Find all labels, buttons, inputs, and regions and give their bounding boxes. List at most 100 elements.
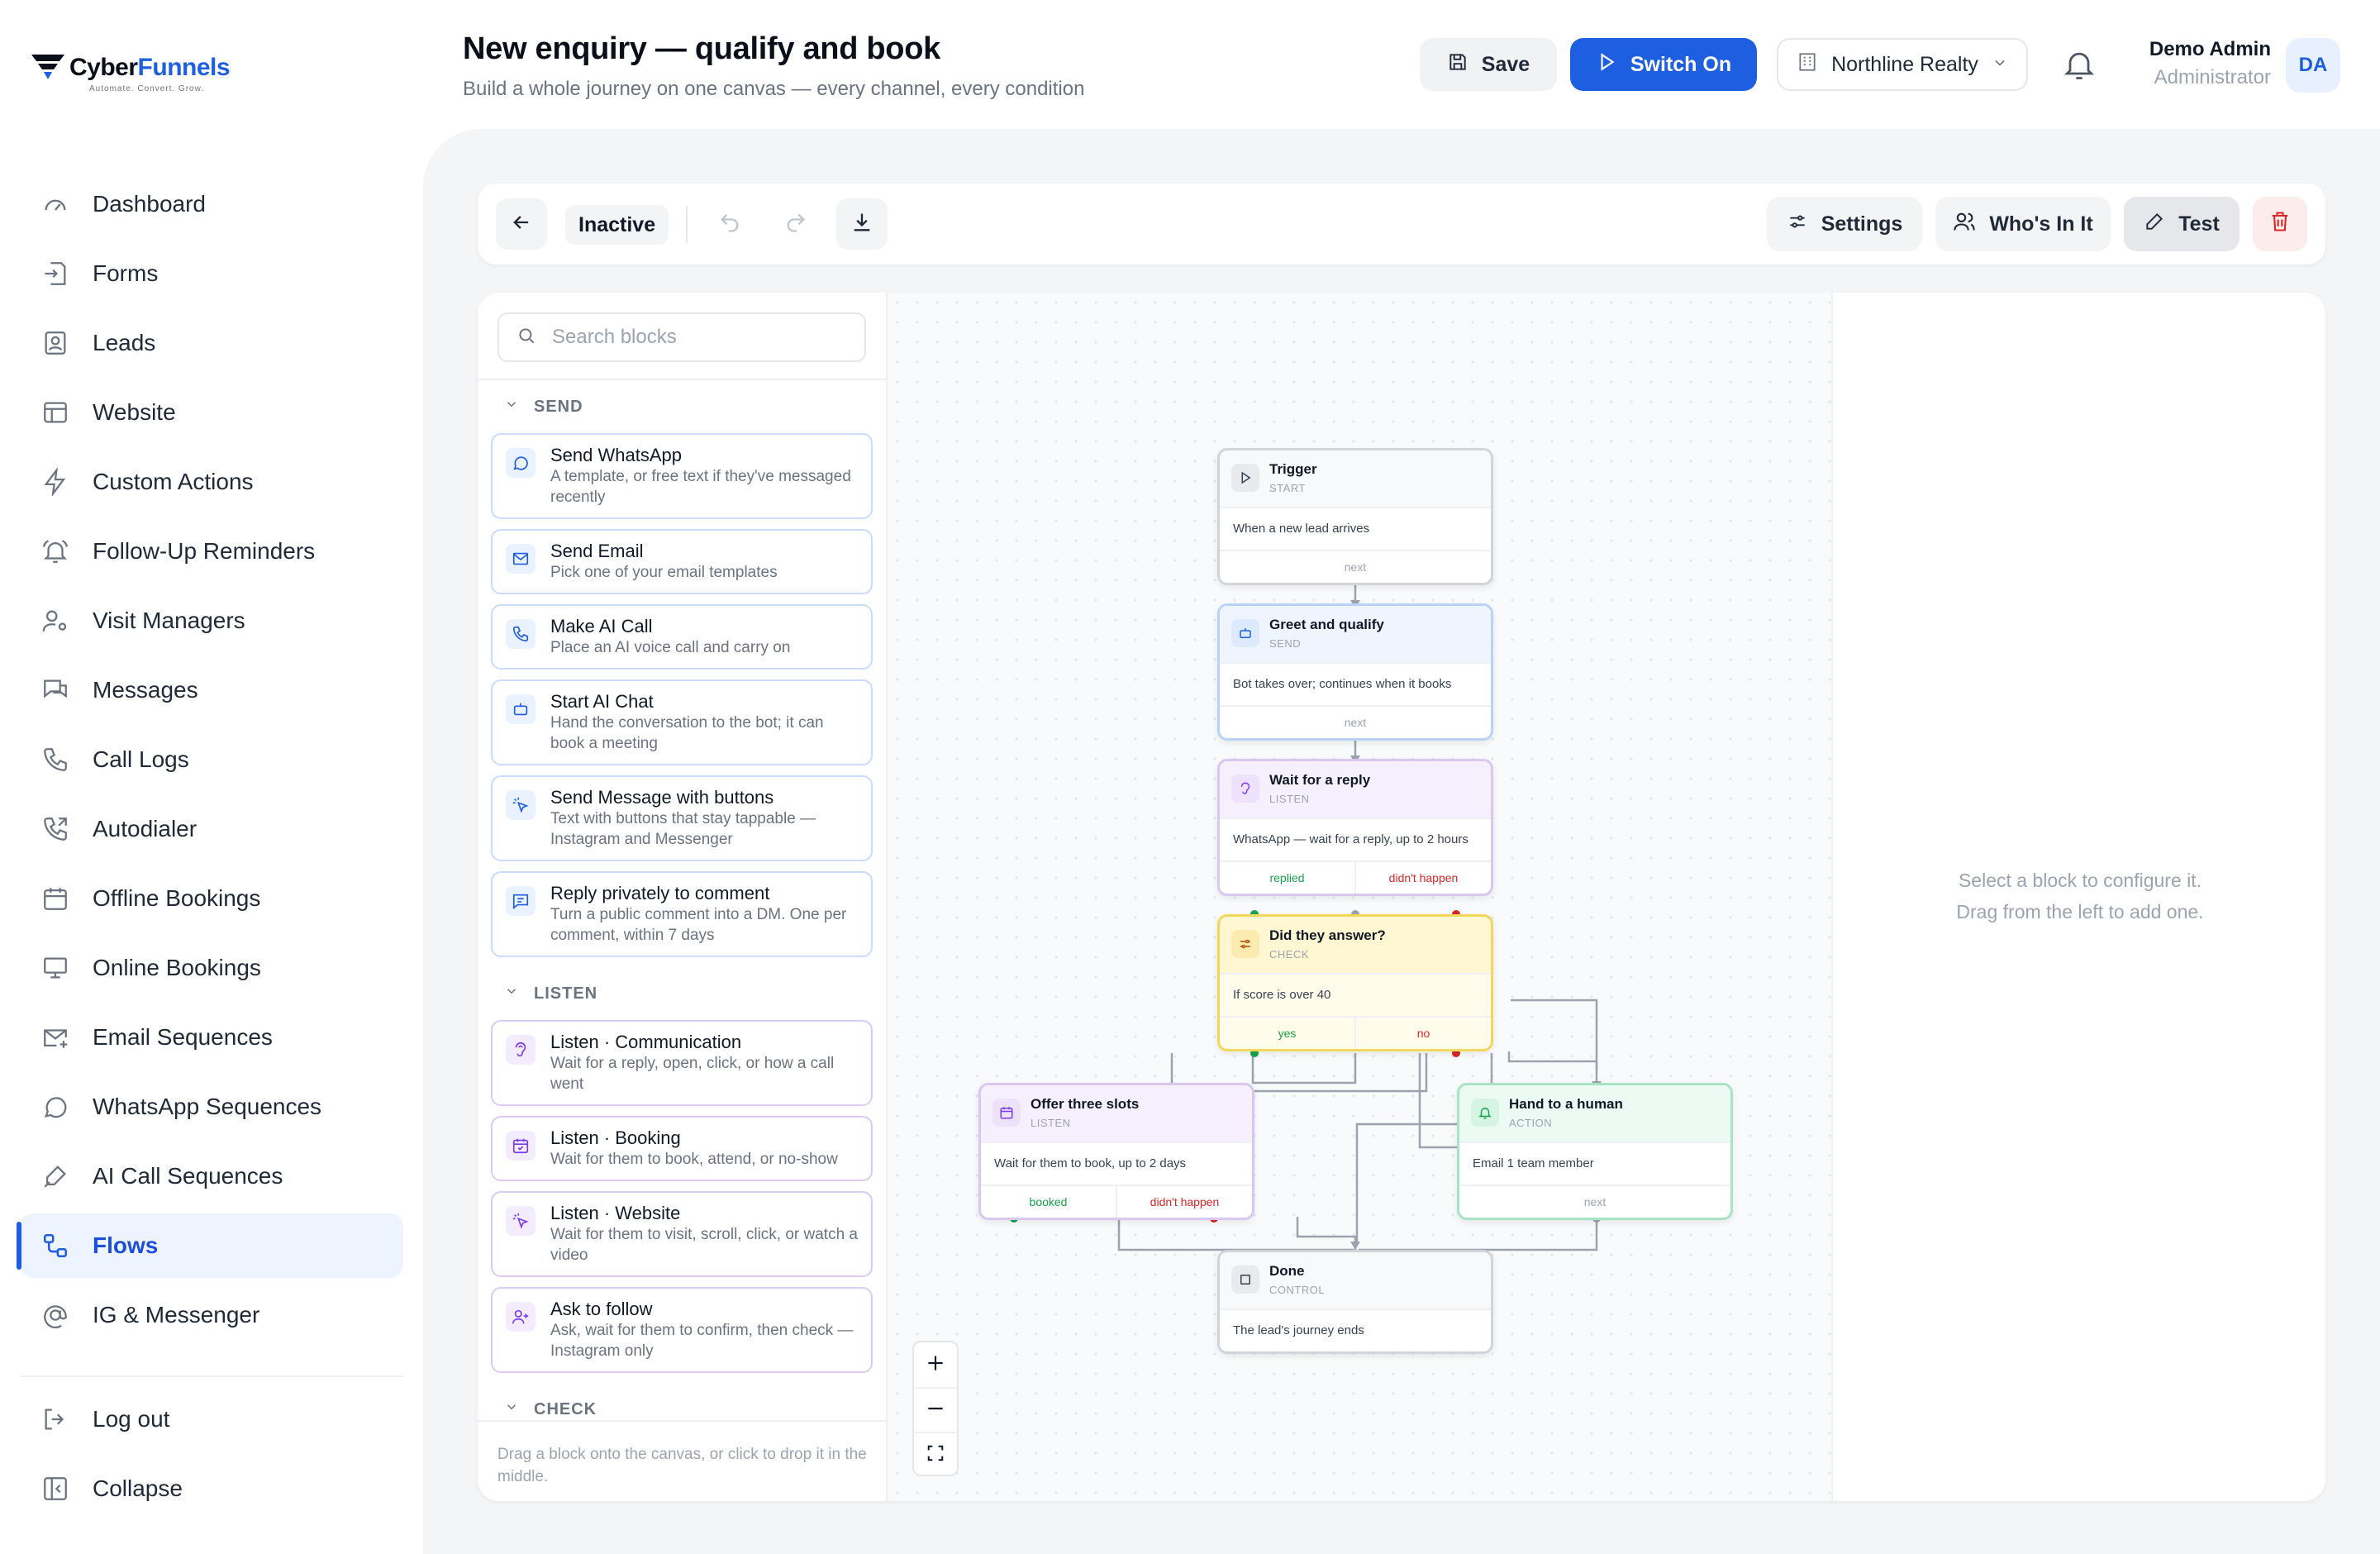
- block-desc: Text with buttons that stay tappable — I…: [550, 810, 816, 848]
- notifications-bell-icon[interactable]: [2061, 46, 2097, 83]
- pointer-click-icon: [506, 790, 536, 820]
- output-port-booked[interactable]: booked: [981, 1186, 1116, 1218]
- collapse-button[interactable]: Collapse: [20, 1456, 403, 1521]
- sidebar-item-ai-call-sequences[interactable]: AI Call Sequences: [20, 1144, 403, 1208]
- search-input[interactable]: [552, 326, 833, 349]
- redo-button[interactable]: [770, 198, 821, 250]
- output-port-yes[interactable]: yes: [1220, 1018, 1354, 1049]
- node-kind: SEND: [1269, 637, 1302, 650]
- node-done[interactable]: Done CONTROL The lead's journey ends: [1217, 1250, 1493, 1354]
- download-button[interactable]: [836, 198, 888, 250]
- fit-view-button[interactable]: [914, 1432, 957, 1475]
- output-port-next[interactable]: next: [1459, 1186, 1730, 1218]
- fullscreen-icon: [926, 1444, 945, 1466]
- sidebar-item-forms[interactable]: Forms: [20, 241, 403, 306]
- node-did-they-answer[interactable]: Did they answer? CHECK If score is over …: [1217, 914, 1493, 1051]
- sidebar-item-offline-bookings[interactable]: Offline Bookings: [20, 866, 403, 931]
- block-listen-booking[interactable]: Listen · Booking Wait for them to book, …: [491, 1116, 873, 1181]
- delete-button[interactable]: [2253, 197, 2307, 251]
- sidebar-item-call-logs[interactable]: Call Logs: [20, 727, 403, 792]
- sidebar-item-website[interactable]: Website: [20, 380, 403, 445]
- block-desc: Hand the conversation to the bot; it can…: [550, 714, 824, 752]
- block-desc: Wait for them to book, attend, or no-sho…: [550, 1151, 838, 1168]
- section-header-send[interactable]: SEND: [478, 380, 888, 433]
- section-header-listen[interactable]: LISTEN: [478, 967, 888, 1020]
- block-listen-website[interactable]: Listen · Website Wait for them to visit,…: [491, 1191, 873, 1277]
- sidebar-item-visit-managers[interactable]: Visit Managers: [20, 589, 403, 653]
- block-start-ai-chat[interactable]: Start AI Chat Hand the conversation to t…: [491, 679, 873, 765]
- section-header-check[interactable]: CHECK: [478, 1383, 888, 1420]
- whos-in-it-button[interactable]: Who's In It: [1935, 197, 2111, 251]
- gauge-icon: [40, 188, 71, 220]
- node-offer-three-slots[interactable]: Offer three slots LISTEN Wait for them t…: [978, 1083, 1254, 1220]
- search-icon: [516, 325, 537, 350]
- organization-select[interactable]: Northline Realty: [1777, 38, 2028, 91]
- sidebar-item-dashboard[interactable]: Dashboard: [20, 172, 403, 236]
- sidebar-item-label: Flows: [93, 1232, 159, 1258]
- building-icon: [1797, 51, 1818, 79]
- contact-card-icon: [40, 327, 71, 359]
- sidebar-item-whatsapp-sequences[interactable]: WhatsApp Sequences: [20, 1075, 403, 1139]
- logout-button[interactable]: Log out: [20, 1387, 403, 1452]
- search-box[interactable]: [497, 312, 866, 362]
- avatar[interactable]: DA: [2286, 38, 2340, 93]
- output-port-replied[interactable]: replied: [1220, 862, 1354, 894]
- save-label: Save: [1481, 52, 1530, 76]
- chevron-down-icon: [504, 397, 519, 417]
- calendar-check-icon: [506, 1131, 536, 1161]
- save-button[interactable]: Save: [1420, 38, 1557, 91]
- users-icon: [1953, 210, 1976, 239]
- sliders-icon: [1787, 211, 1808, 238]
- back-button[interactable]: [496, 198, 547, 250]
- block-reply-privately[interactable]: Reply privately to comment Turn a public…: [491, 871, 873, 957]
- switch-on-button[interactable]: Switch On: [1570, 38, 1757, 91]
- layout-icon: [40, 397, 71, 428]
- zoom-in-button[interactable]: [914, 1342, 957, 1387]
- flow-canvas[interactable]: Trigger START When a new lead arrives ne…: [888, 293, 1831, 1501]
- block-send-whatsapp[interactable]: Send WhatsApp A template, or free text i…: [491, 433, 873, 519]
- undo-icon: [718, 211, 741, 238]
- node-greet-and-qualify[interactable]: Greet and qualify SEND Bot takes over; c…: [1217, 603, 1493, 741]
- block-palette: SEND Send WhatsApp A template, or free t…: [478, 293, 888, 1501]
- sidebar-item-leads[interactable]: Leads: [20, 311, 403, 375]
- config-panel: Select a block to configure it. Drag fro…: [1831, 293, 2325, 1501]
- zoom-out-button[interactable]: [914, 1387, 957, 1432]
- sidebar-item-label: Leads: [93, 330, 156, 355]
- node-wait-for-a-reply[interactable]: Wait for a reply LISTEN WhatsApp — wait …: [1217, 759, 1493, 896]
- trash-icon: [2268, 210, 2292, 239]
- sidebar-item-ig-messenger[interactable]: IG & Messenger: [20, 1283, 403, 1347]
- node-title: Greet and qualify: [1269, 617, 1384, 632]
- block-send-message-with-buttons[interactable]: Send Message with buttons Text with butt…: [491, 775, 873, 861]
- sidebar-item-flows[interactable]: Flows: [17, 1213, 403, 1278]
- settings-button[interactable]: Settings: [1767, 197, 1922, 251]
- block-listen-communication[interactable]: Listen · Communication Wait for a reply,…: [491, 1020, 873, 1106]
- block-ask-to-follow[interactable]: Ask to follow Ask, wait for them to conf…: [491, 1287, 873, 1373]
- node-hand-to-a-human[interactable]: Hand to a human ACTION Email 1 team memb…: [1457, 1083, 1733, 1220]
- test-button[interactable]: Test: [2124, 197, 2240, 251]
- undo-button[interactable]: [704, 198, 755, 250]
- output-port-didnt-happen[interactable]: didn't happen: [1354, 862, 1491, 894]
- flow-workspace: SEND Send WhatsApp A template, or free t…: [478, 293, 2325, 1501]
- output-port-next[interactable]: next: [1220, 707, 1491, 738]
- block-desc: Ask, wait for them to confirm, then chec…: [550, 1322, 854, 1360]
- block-make-ai-call[interactable]: Make AI Call Place an AI voice call and …: [491, 604, 873, 670]
- node-trigger[interactable]: Trigger START When a new lead arrives ne…: [1217, 448, 1493, 585]
- sidebar-item-custom-actions[interactable]: Custom Actions: [20, 450, 403, 514]
- brand-logo[interactable]: CyberFunnels Automate. Convert. Grow.: [30, 51, 231, 93]
- palette-list[interactable]: SEND Send WhatsApp A template, or free t…: [478, 379, 888, 1420]
- block-desc: A template, or free text if they've mess…: [550, 468, 851, 506]
- sidebar-item-email-sequences[interactable]: Email Sequences: [20, 1005, 403, 1070]
- phone-icon: [506, 619, 536, 649]
- sidebar-item-online-bookings[interactable]: Online Bookings: [20, 936, 403, 1000]
- node-body: Wait for them to book, up to 2 days: [994, 1156, 1187, 1170]
- sidebar-item-follow-up-reminders[interactable]: Follow-Up Reminders: [20, 519, 403, 584]
- sidebar-item-label: Follow-Up Reminders: [93, 538, 316, 564]
- block-send-email[interactable]: Send Email Pick one of your email templa…: [491, 529, 873, 594]
- sidebar-item-label: Website: [93, 399, 176, 425]
- output-port-didnt-happen[interactable]: didn't happen: [1116, 1186, 1252, 1218]
- output-port-next[interactable]: next: [1220, 551, 1491, 583]
- sidebar-item-messages[interactable]: Messages: [20, 658, 403, 722]
- edge-check-offer-2: [1251, 1053, 1357, 1084]
- sidebar-item-autodialer[interactable]: Autodialer: [20, 797, 403, 861]
- output-port-no[interactable]: no: [1354, 1018, 1491, 1049]
